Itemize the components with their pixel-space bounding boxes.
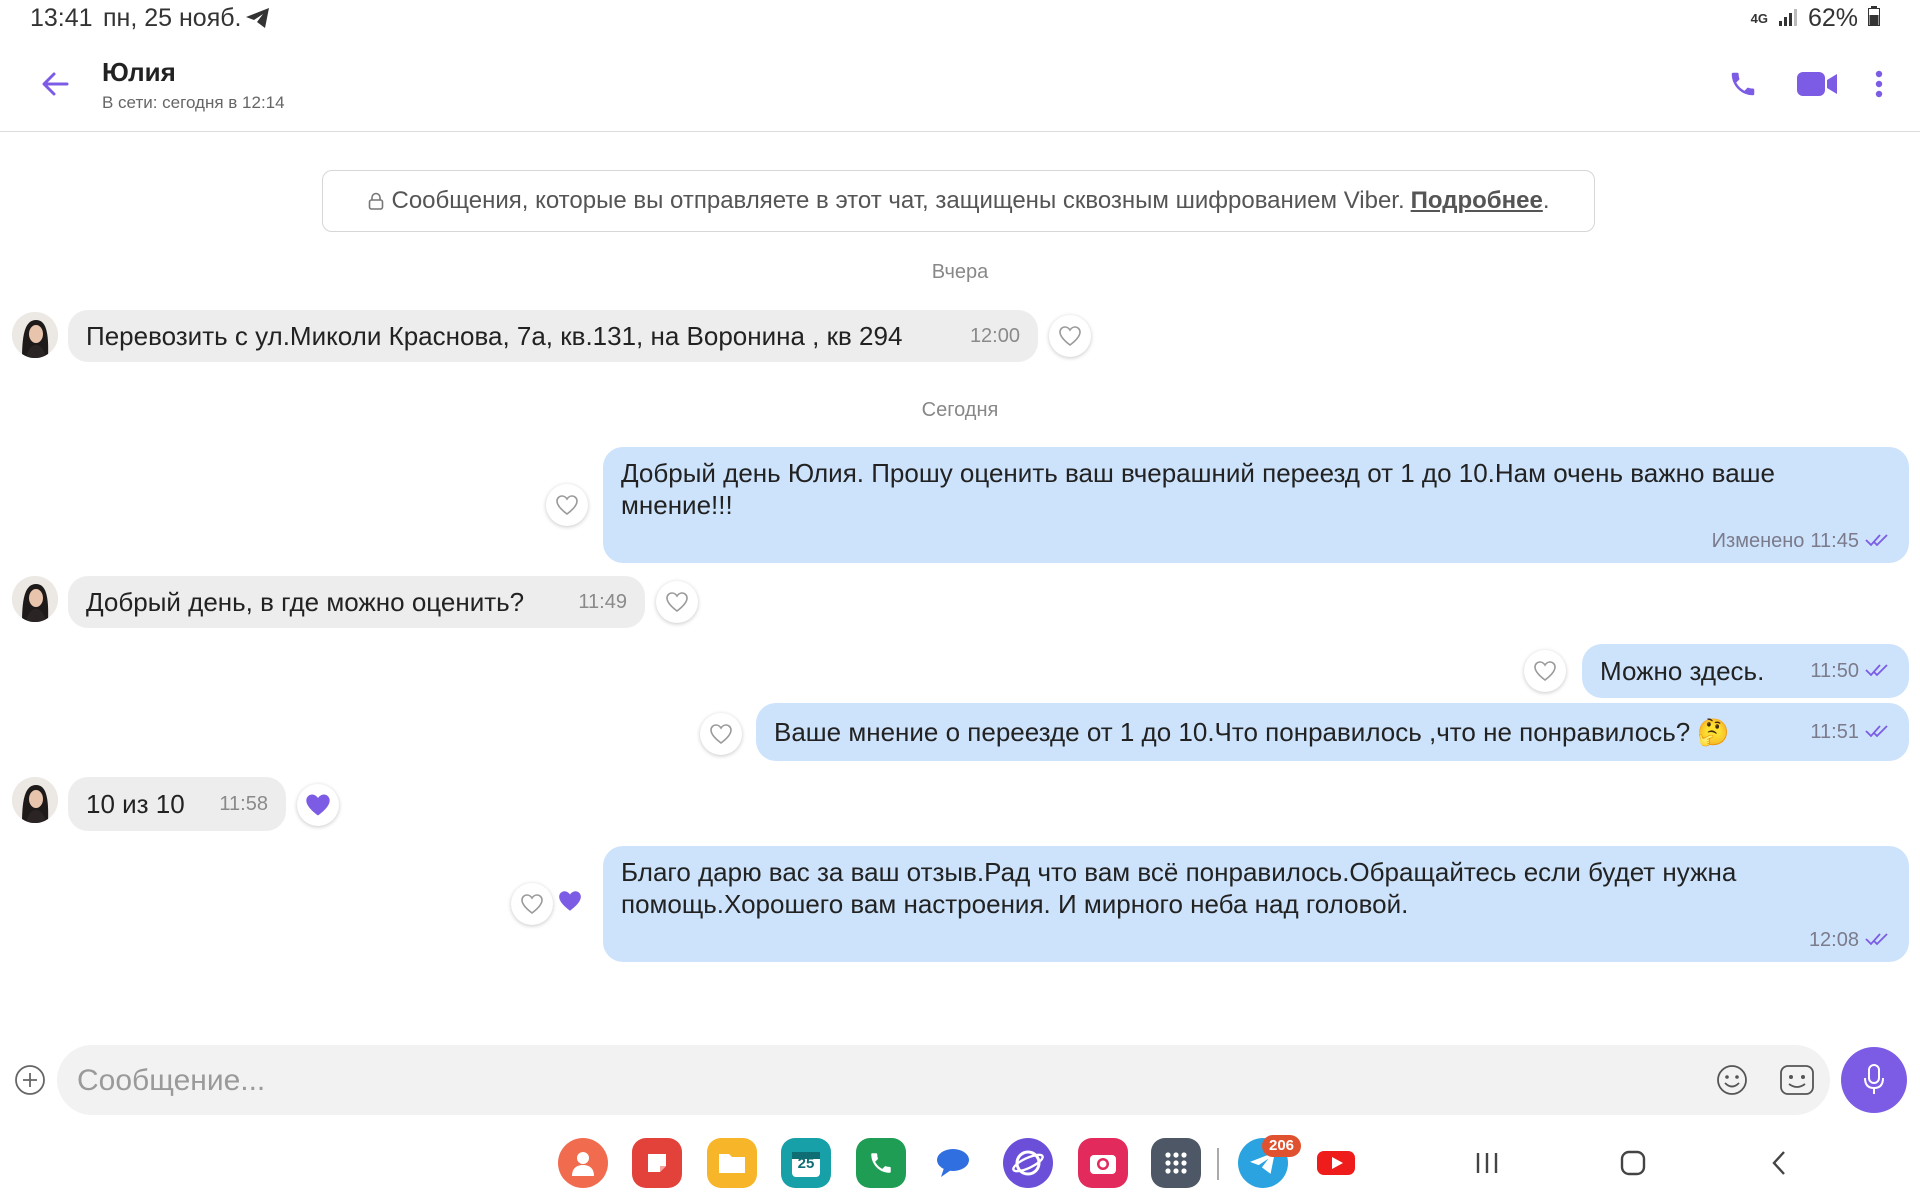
message-time: 12:00 (969, 324, 1020, 347)
double-check-icon (1865, 660, 1891, 683)
avatar[interactable] (12, 777, 58, 823)
learn-more-link[interactable]: Подробнее (1411, 187, 1543, 215)
emoji-icon[interactable] (1710, 1058, 1754, 1102)
liked-heart-button[interactable] (297, 784, 339, 826)
telegram-notification-icon (245, 6, 271, 35)
message-text: Можно здесь. (1600, 655, 1765, 686)
message-time: 11:49 (578, 590, 627, 613)
message-bubble-incoming[interactable]: 10 из 10 11:58 (68, 777, 286, 831)
message-bubble-incoming[interactable]: Перевозить с ул.Миколи Краснова, 7а, кв.… (68, 310, 1038, 362)
mic-icon (1862, 1063, 1886, 1097)
phone-app-icon[interactable] (856, 1138, 906, 1188)
message-bubble-outgoing[interactable]: Можно здесь. 11:50 (1582, 644, 1909, 698)
files-icon[interactable] (707, 1138, 757, 1188)
message-bubble-outgoing[interactable]: Добрый день Юлия. Прошу оценить ваш вчер… (603, 447, 1909, 563)
app-drawer-icon[interactable] (1151, 1138, 1201, 1188)
camera-icon[interactable] (1078, 1138, 1128, 1188)
contacts-icon[interactable] (558, 1138, 608, 1188)
attach-plus-icon[interactable] (12, 1062, 48, 1098)
battery-icon (1868, 4, 1880, 33)
received-like-heart-icon (557, 889, 583, 918)
taskbar-divider (1217, 1148, 1219, 1180)
lock-icon (368, 192, 384, 210)
message-time: 11:58 (219, 792, 268, 815)
chat-header (0, 50, 1920, 132)
like-button[interactable] (1049, 315, 1091, 357)
encryption-notice-text: Сообщения, которые вы отправляете в этот… (391, 187, 1405, 214)
home-button[interactable] (1605, 1140, 1661, 1186)
calendar-icon[interactable]: 25 (781, 1138, 831, 1188)
like-button[interactable] (511, 883, 553, 925)
double-check-icon (1865, 721, 1891, 744)
day-separator-today: Сегодня (921, 399, 999, 421)
message-composer (57, 1045, 1830, 1115)
day-separator-yesterday: Вчера (931, 261, 989, 283)
back-arrow-icon[interactable] (30, 62, 80, 106)
messages-icon[interactable] (928, 1138, 978, 1188)
status-time: 13:41 (30, 4, 93, 32)
notes-icon[interactable] (632, 1138, 682, 1188)
message-bubble-outgoing[interactable]: Благо дарю вас за ваш отзыв.Рад что вам … (603, 846, 1909, 962)
mic-button[interactable] (1841, 1047, 1907, 1113)
browser-icon[interactable] (1003, 1138, 1053, 1188)
phone-icon[interactable] (1718, 62, 1768, 106)
network-label: 4G (1750, 11, 1768, 26)
more-vert-icon[interactable] (1854, 62, 1904, 106)
message-input[interactable] (75, 1057, 1679, 1105)
like-button[interactable] (700, 713, 742, 755)
message-text: 10 из 10 (86, 788, 185, 819)
message-bubble-outgoing[interactable]: Ваше мнение о переезде от 1 до 10.Что по… (756, 703, 1909, 761)
calendar-day: 25 (797, 1155, 815, 1172)
sticker-icon[interactable] (1775, 1058, 1819, 1102)
message-meta: Изменено 11:45 (1712, 530, 1891, 553)
message-text: Перевозить с ул.Миколи Краснова, 7а, кв.… (86, 320, 903, 351)
message-time: 12:08 (1808, 929, 1859, 951)
edited-label: Изменено (1711, 530, 1805, 552)
message-meta: 12:08 (1809, 929, 1891, 952)
message-text: Ваше мнение о переезде от 1 до 10.Что по… (774, 716, 1730, 747)
double-check-icon (1865, 530, 1891, 553)
like-button[interactable] (546, 484, 588, 526)
youtube-icon[interactable] (1311, 1138, 1361, 1188)
message-time: 11:51 (1810, 720, 1859, 743)
like-button[interactable] (1524, 650, 1566, 692)
status-date: пн, 25 нояб. (103, 4, 242, 32)
contact-status: В сети: сегодня в 12:14 (102, 93, 285, 112)
battery-level: 62% (1807, 4, 1858, 32)
message-meta: 11:50 (1810, 660, 1891, 683)
avatar[interactable] (12, 576, 58, 622)
message-time: 11:50 (1810, 659, 1859, 682)
message-meta: 11:51 (1810, 721, 1891, 744)
status-right: 4G 62% (1751, 4, 1880, 33)
message-text: Добрый день, в где можно оценить? (86, 586, 525, 617)
avatar[interactable] (12, 312, 58, 358)
recent-apps-button[interactable] (1459, 1140, 1515, 1186)
like-button[interactable] (656, 581, 698, 623)
encryption-notice: Сообщения, которые вы отправляете в этот… (322, 170, 1595, 232)
signal-icon (1778, 4, 1798, 33)
contact-name[interactable]: Юлия (102, 57, 176, 88)
telegram-badge: 206 (1262, 1135, 1302, 1157)
double-check-icon (1865, 929, 1891, 952)
message-bubble-incoming[interactable]: Добрый день, в где можно оценить? 11:49 (68, 576, 645, 628)
notice-suffix: . (1542, 187, 1550, 214)
message-time: 11:45 (1810, 530, 1859, 552)
video-call-icon[interactable] (1792, 62, 1842, 106)
message-text: Благо дарю вас за ваш отзыв.Рад что вам … (621, 857, 1737, 919)
message-text: Добрый день Юлия. Прошу оценить ваш вчер… (621, 458, 1775, 520)
back-nav-button[interactable] (1751, 1140, 1807, 1186)
